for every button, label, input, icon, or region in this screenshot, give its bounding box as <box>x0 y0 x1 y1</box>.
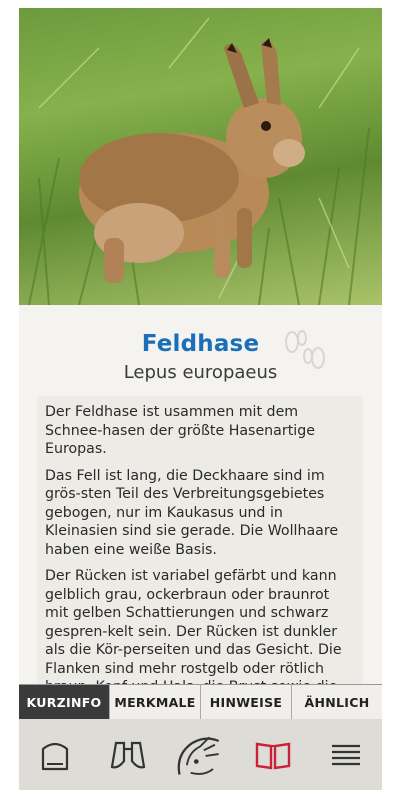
tab-kurzinfo[interactable]: KURZINFO <box>19 685 109 719</box>
info-tabs: KURZINFO MERKMALE HINWEISE ÄHNLICH <box>19 684 382 720</box>
book-icon <box>255 742 291 769</box>
menu-icon <box>331 744 360 765</box>
home-button[interactable] <box>27 725 83 785</box>
description-paragraph: Das Fell ist lang, die Deckhaare sind im… <box>45 467 339 558</box>
tab-merkmale[interactable]: MERKMALE <box>109 685 200 719</box>
description-panel[interactable]: Der Feldhase ist usammen mit dem Schnee-… <box>37 396 363 694</box>
app-screen: Feldhase Lepus europaeus Der Feldhase is… <box>19 8 382 790</box>
description-paragraph: Der Rücken ist variabel gefärbt und kann… <box>45 568 342 694</box>
bottom-navigation <box>19 719 382 790</box>
hare-photo <box>19 8 382 305</box>
tab-hinweise[interactable]: HINWEISE <box>200 685 291 719</box>
menu-button[interactable] <box>318 725 374 785</box>
book-button[interactable] <box>245 725 301 785</box>
observe-button[interactable] <box>100 725 156 785</box>
animal-name: Feldhase <box>141 331 260 357</box>
hedgehog-logo-icon <box>178 736 220 775</box>
home-icon <box>42 742 69 770</box>
animal-latin-name: Lepus europaeus <box>123 362 278 383</box>
description-paragraph: Der Feldhase ist usammen mit dem Schnee-… <box>45 404 315 457</box>
logo-button[interactable] <box>172 725 228 785</box>
binoculars-icon <box>110 741 146 768</box>
tab-aehnlich[interactable]: ÄHNLICH <box>291 685 382 719</box>
